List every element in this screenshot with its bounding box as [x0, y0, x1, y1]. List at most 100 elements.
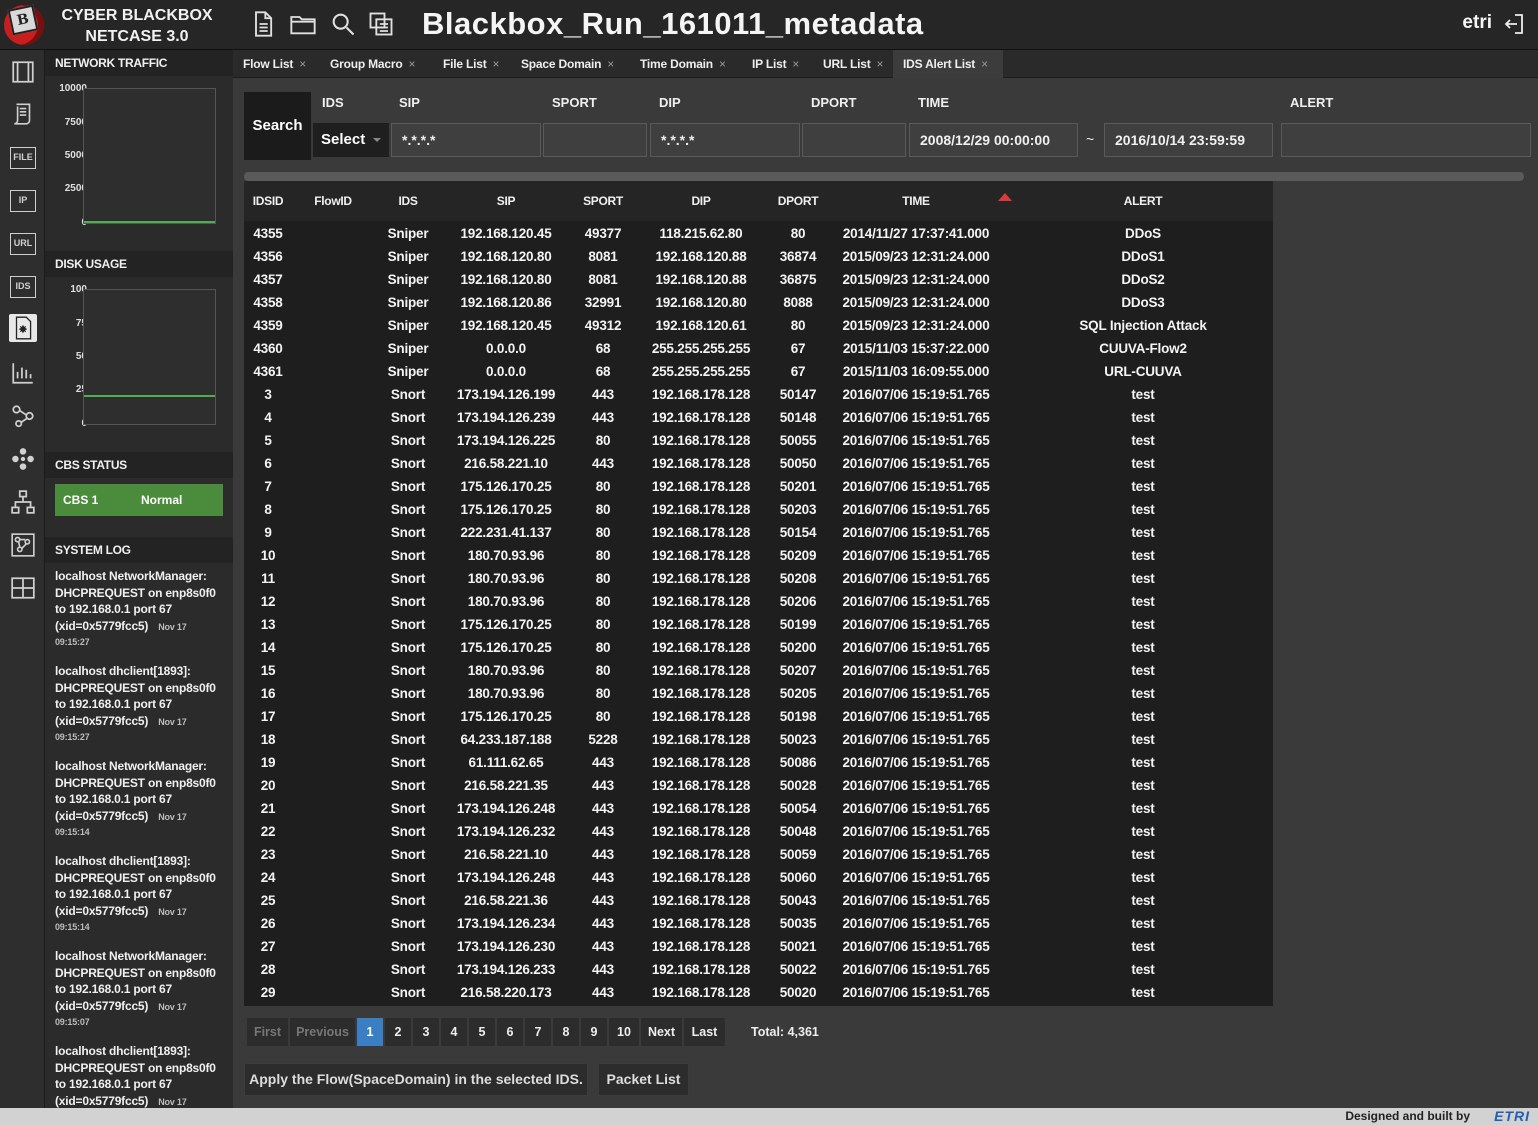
- page-4-button[interactable]: 4: [440, 1017, 468, 1047]
- close-icon[interactable]: ×: [792, 57, 799, 71]
- tab-ip-list[interactable]: IP List ×: [742, 50, 812, 78]
- table-row[interactable]: 26 Snort 173.194.126.234 443 192.168.178.128…: [244, 912, 1273, 935]
- page-9-button[interactable]: 9: [580, 1017, 608, 1047]
- search-icon[interactable]: [329, 10, 357, 38]
- table-row[interactable]: 4358 Sniper 192.168.120.86 32991 192.168.120…: [244, 291, 1273, 314]
- film-icon[interactable]: [9, 58, 37, 86]
- page-7-button[interactable]: 7: [524, 1017, 552, 1047]
- table-row[interactable]: 6 Snort 216.58.221.10 443 192.168.178.128 500…: [244, 452, 1273, 475]
- close-icon[interactable]: ×: [299, 57, 306, 71]
- table-row[interactable]: 25 Snort 216.58.221.36 443 192.168.178.128 50…: [244, 889, 1273, 912]
- column-header-sport[interactable]: SPORT: [553, 194, 653, 208]
- hierarchy-icon[interactable]: [9, 488, 37, 516]
- table-row[interactable]: 18 Snort 64.233.187.188 5228 192.168.178.128…: [244, 728, 1273, 751]
- table-row[interactable]: 10 Snort 180.70.93.96 80 192.168.178.128 5020…: [244, 544, 1273, 567]
- document-icon[interactable]: [249, 10, 277, 38]
- tab-space-domain[interactable]: Space Domain ×: [511, 50, 629, 78]
- table-row[interactable]: 16 Snort 180.70.93.96 80 192.168.178.128 5020…: [244, 682, 1273, 705]
- table-row[interactable]: 22 Snort 173.194.126.232 443 192.168.178.128…: [244, 820, 1273, 843]
- table-row[interactable]: 15 Snort 180.70.93.96 80 192.168.178.128 5020…: [244, 659, 1273, 682]
- folder-icon[interactable]: [289, 10, 317, 38]
- dport-input[interactable]: [802, 123, 906, 157]
- table-row[interactable]: 4356 Sniper 192.168.120.80 8081 192.168.120.…: [244, 245, 1273, 268]
- url-icon[interactable]: URL: [9, 230, 37, 258]
- table-row[interactable]: 23 Snort 216.58.221.10 443 192.168.178.128 50…: [244, 843, 1273, 866]
- page-3-button[interactable]: 3: [412, 1017, 440, 1047]
- previous-page-button[interactable]: Previous: [289, 1017, 356, 1047]
- nodes-icon[interactable]: [9, 402, 37, 430]
- table-row[interactable]: 8 Snort 175.126.170.25 80 192.168.178.128 502…: [244, 498, 1273, 521]
- file-icon[interactable]: FILE: [9, 144, 37, 172]
- page-6-button[interactable]: 6: [496, 1017, 524, 1047]
- cluster-icon[interactable]: [9, 445, 37, 473]
- sip-input[interactable]: *.*.*.*: [391, 123, 541, 157]
- table-row[interactable]: 14 Snort 175.126.170.25 80 192.168.178.128 50…: [244, 636, 1273, 659]
- next-page-button[interactable]: Next: [640, 1017, 683, 1047]
- table-row[interactable]: 11 Snort 180.70.93.96 80 192.168.178.128 5020…: [244, 567, 1273, 590]
- tab-flow-list[interactable]: Flow List ×: [233, 50, 319, 78]
- page-5-button[interactable]: 5: [468, 1017, 496, 1047]
- table-row[interactable]: 4357 Sniper 192.168.120.80 8081 192.168.120.…: [244, 268, 1273, 291]
- table-row[interactable]: 4355 Sniper 192.168.120.45 49377 118.215.62.…: [244, 222, 1273, 245]
- ip-icon[interactable]: IP: [9, 187, 37, 215]
- ids-select[interactable]: Select: [313, 123, 389, 157]
- column-header-dip[interactable]: DIP: [651, 194, 751, 208]
- grid-icon[interactable]: [9, 574, 37, 602]
- close-icon[interactable]: ×: [607, 57, 614, 71]
- first-page-button[interactable]: First: [246, 1017, 289, 1047]
- page-2-button[interactable]: 2: [384, 1017, 412, 1047]
- table-row[interactable]: 4360 Sniper 0.0.0.0 68 255.255.255.255 67 2015…: [244, 337, 1273, 360]
- close-icon[interactable]: ×: [408, 57, 415, 71]
- sport-input[interactable]: [543, 123, 647, 157]
- ids-icon[interactable]: IDS: [9, 273, 37, 301]
- close-icon[interactable]: ×: [719, 57, 726, 71]
- table-row[interactable]: 5 Snort 173.194.126.225 80 192.168.178.128 50…: [244, 429, 1273, 452]
- table-row[interactable]: 9 Snort 222.231.41.137 80 192.168.178.128 501…: [244, 521, 1273, 544]
- page-1-button[interactable]: 1: [356, 1017, 384, 1047]
- table-row[interactable]: 4359 Sniper 192.168.120.45 49312 192.168.120…: [244, 314, 1273, 337]
- apply-flow-button[interactable]: Apply the Flow(SpaceDomain) in the selec…: [244, 1063, 588, 1096]
- table-row[interactable]: 20 Snort 216.58.221.35 443 192.168.178.128 50…: [244, 774, 1273, 797]
- table-row[interactable]: 3 Snort 173.194.126.199 443 192.168.178.128 5…: [244, 383, 1273, 406]
- column-header-time[interactable]: TIME: [866, 194, 966, 208]
- table-row[interactable]: 7 Snort 175.126.170.25 80 192.168.178.128 502…: [244, 475, 1273, 498]
- copy-icon[interactable]: [367, 10, 395, 38]
- column-header-sip[interactable]: SIP: [456, 194, 556, 208]
- search-button[interactable]: Search: [244, 92, 311, 160]
- time-from-input[interactable]: 2008/12/29 00:00:00: [909, 123, 1078, 157]
- sort-ascending-icon[interactable]: [998, 193, 1012, 201]
- page-10-button[interactable]: 10: [608, 1017, 640, 1047]
- tab-file-list[interactable]: File List ×: [433, 50, 510, 78]
- page-8-button[interactable]: 8: [552, 1017, 580, 1047]
- time-to-input[interactable]: 2016/10/14 23:59:59: [1104, 123, 1273, 157]
- tab-group-macro[interactable]: Group Macro ×: [320, 50, 432, 78]
- table-row[interactable]: 29 Snort 216.58.220.173 443 192.168.178.128 5…: [244, 981, 1273, 1004]
- scroll-icon[interactable]: [9, 100, 37, 128]
- table-row[interactable]: 24 Snort 173.194.126.248 443 192.168.178.128…: [244, 866, 1273, 889]
- dip-input[interactable]: *.*.*.*: [650, 123, 800, 157]
- table-row[interactable]: 21 Snort 173.194.126.248 443 192.168.178.128…: [244, 797, 1273, 820]
- table-row[interactable]: 19 Snort 61.111.62.65 443 192.168.178.128 500…: [244, 751, 1273, 774]
- bar-chart-icon[interactable]: [9, 359, 37, 387]
- packet-list-button[interactable]: Packet List: [598, 1063, 689, 1096]
- tab-time-domain[interactable]: Time Domain ×: [630, 50, 741, 78]
- close-icon[interactable]: ×: [493, 57, 500, 71]
- horizontal-scrollbar[interactable]: [244, 172, 1524, 181]
- tab-ids-alert-list[interactable]: IDS Alert List ×: [893, 50, 1003, 78]
- column-header-dport[interactable]: DPORT: [748, 194, 848, 208]
- scrollbar-thumb[interactable]: [244, 172, 1524, 181]
- alert-file-icon[interactable]: [9, 314, 37, 342]
- table-row[interactable]: 28 Snort 173.194.126.233 443 192.168.178.128…: [244, 958, 1273, 981]
- table-row[interactable]: 17 Snort 175.126.170.25 80 192.168.178.128 50…: [244, 705, 1273, 728]
- alert-input[interactable]: [1281, 123, 1531, 157]
- close-icon[interactable]: ×: [981, 57, 988, 71]
- table-row[interactable]: 4 Snort 173.194.126.239 443 192.168.178.128 5…: [244, 406, 1273, 429]
- network-map-icon[interactable]: [9, 531, 37, 559]
- close-icon[interactable]: ×: [877, 57, 884, 71]
- tab-url-list[interactable]: URL List ×: [813, 50, 892, 78]
- table-row[interactable]: 4361 Sniper 0.0.0.0 68 255.255.255.255 67 2015…: [244, 360, 1273, 383]
- last-page-button[interactable]: Last: [683, 1017, 726, 1047]
- logout-icon[interactable]: [1502, 12, 1526, 36]
- table-row[interactable]: 12 Snort 180.70.93.96 80 192.168.178.128 5020…: [244, 590, 1273, 613]
- column-header-alert[interactable]: ALERT: [1093, 194, 1193, 208]
